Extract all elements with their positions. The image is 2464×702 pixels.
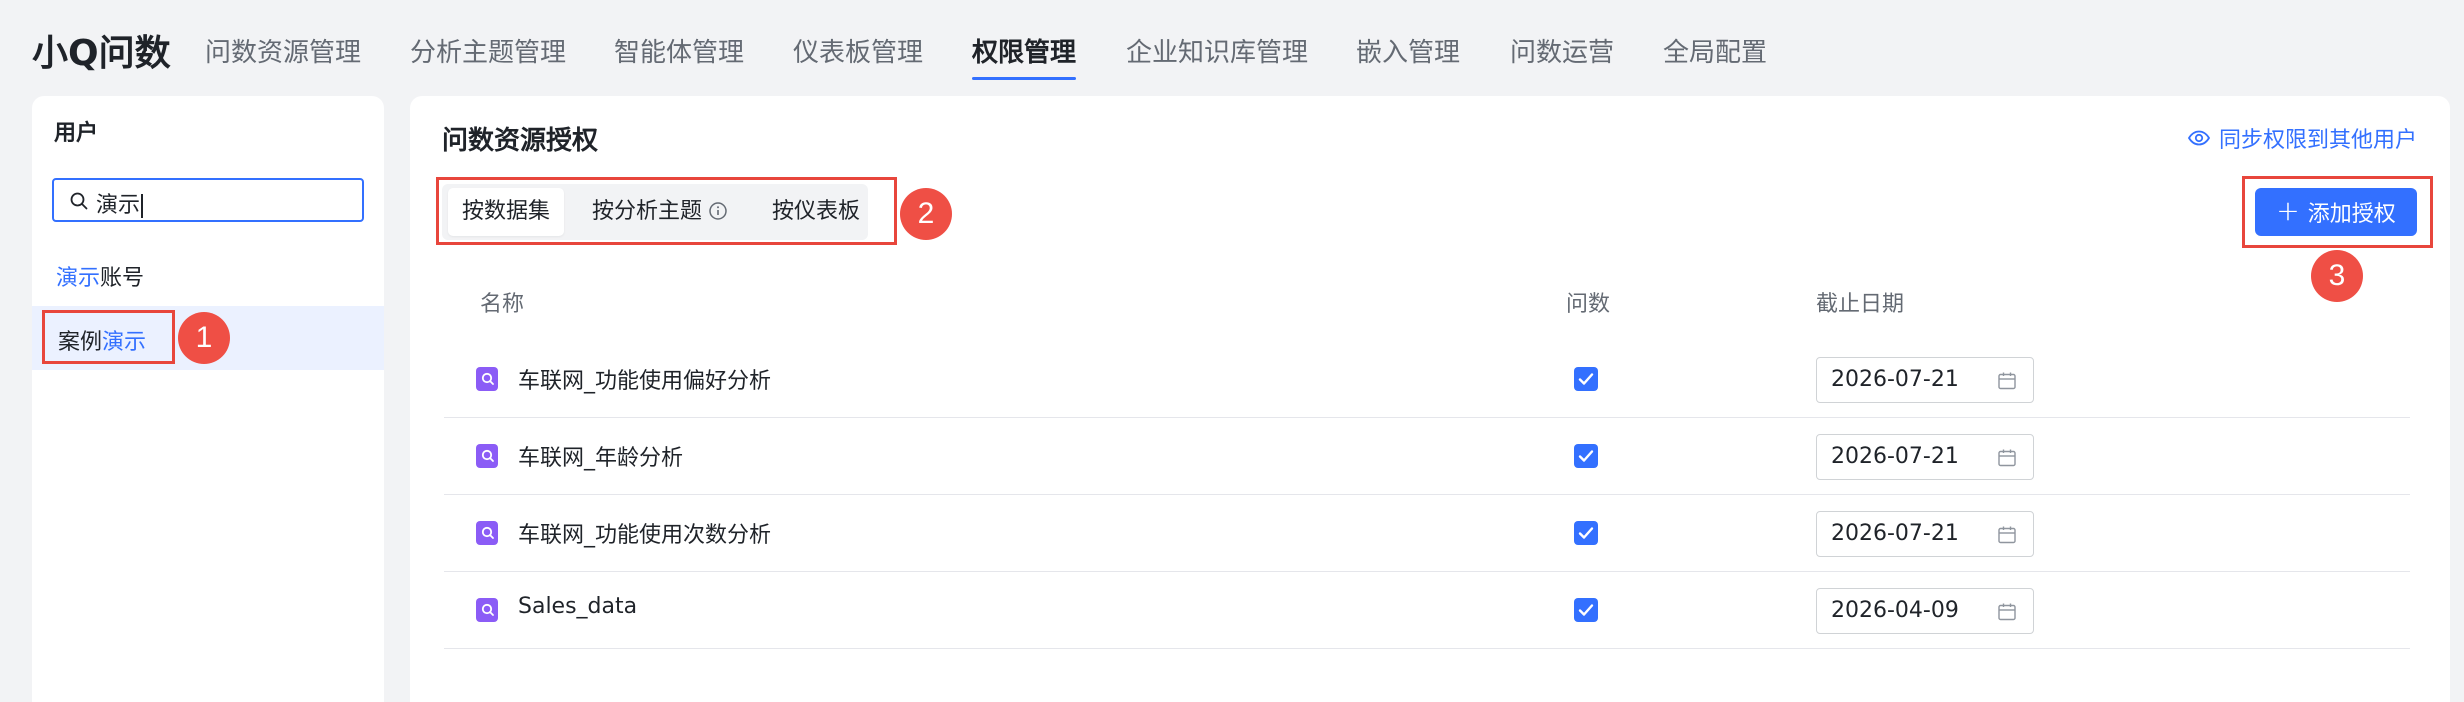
- deadline-date-picker[interactable]: 2026-07-21: [1816, 357, 2034, 403]
- nav-item-dashboard-management[interactable]: 仪表板管理: [793, 32, 923, 69]
- deadline-date: 2026-07-21: [1831, 367, 1959, 392]
- ask-checkbox[interactable]: [1574, 598, 1598, 622]
- nav-item-embed-management[interactable]: 嵌入管理: [1356, 32, 1460, 69]
- column-header-deadline: 截止日期: [1816, 292, 1905, 317]
- search-value: 演示: [96, 193, 141, 218]
- annotation-badge-1: 1: [178, 312, 230, 364]
- user-name-match: 演示: [56, 266, 101, 291]
- dataset-name: 车联网_功能使用次数分析: [518, 523, 772, 548]
- deadline-date: 2026-04-09: [1831, 598, 1959, 623]
- nav-item-permission-management[interactable]: 权限管理: [972, 32, 1077, 80]
- users-panel-title: 用户: [54, 121, 99, 146]
- sync-eye-icon: [2187, 130, 2211, 146]
- users-panel: 用户 演示 演示账号 案例演示: [32, 96, 384, 702]
- nav-item-operations[interactable]: 问数运营: [1510, 32, 1614, 69]
- nav-item-global-config[interactable]: 全局配置: [1663, 32, 1767, 69]
- nav-item-knowledge-base[interactable]: 企业知识库管理: [1126, 32, 1308, 69]
- check-icon: [1578, 527, 1594, 539]
- table-row: 车联网_年龄分析 2026-07-21: [444, 418, 2410, 495]
- calendar-icon: [1998, 603, 2016, 621]
- table-row: Sales_data 2026-04-09: [444, 572, 2410, 649]
- dataset-name: 车联网_年龄分析: [518, 446, 684, 471]
- dataset-icon: [476, 367, 498, 391]
- sync-link-label: 同步权限到其他用户: [2218, 128, 2417, 153]
- column-header-ask: 问数: [1566, 292, 1611, 317]
- sync-permissions-link[interactable]: 同步权限到其他用户: [2187, 122, 2417, 154]
- deadline-date-picker[interactable]: 2026-04-09: [1816, 588, 2034, 634]
- check-icon: [1578, 450, 1594, 462]
- ask-checkbox[interactable]: [1574, 521, 1598, 545]
- dataset-icon: [476, 444, 498, 468]
- user-search-input[interactable]: 演示: [52, 178, 364, 222]
- app-title: 小Q问数: [32, 33, 171, 74]
- ask-checkbox[interactable]: [1574, 367, 1598, 391]
- nav-item-topic-management[interactable]: 分析主题管理: [410, 32, 566, 69]
- text-caret: [141, 194, 144, 218]
- ask-checkbox[interactable]: [1574, 444, 1598, 468]
- calendar-icon: [1998, 372, 2016, 390]
- deadline-date-picker[interactable]: 2026-07-21: [1816, 511, 2034, 557]
- check-icon: [1578, 373, 1594, 385]
- top-nav: 小Q问数 问数资源管理 分析主题管理 智能体管理 仪表板管理 权限管理 企业知识…: [0, 0, 2464, 96]
- user-name-rest: 账号: [100, 266, 145, 291]
- annotation-box-2: [436, 177, 897, 245]
- nav-item-label: 权限管理: [972, 38, 1077, 68]
- deadline-date-picker[interactable]: 2026-07-21: [1816, 434, 2034, 480]
- nav-item-resource-management[interactable]: 问数资源管理: [205, 32, 361, 69]
- calendar-icon: [1998, 449, 2016, 467]
- deadline-date: 2026-07-21: [1831, 521, 1959, 546]
- table-row: 车联网_功能使用偏好分析 2026-07-21: [444, 341, 2410, 418]
- dataset-name: Sales_data: [518, 594, 638, 619]
- search-icon: [70, 192, 88, 210]
- annotation-box-1: [42, 310, 175, 364]
- table-row: 车联网_功能使用次数分析 2026-07-21: [444, 495, 2410, 572]
- annotation-badge-3: 3: [2311, 250, 2363, 302]
- dataset-icon: [476, 521, 498, 545]
- panel-title: 问数资源授权: [442, 126, 599, 156]
- nav-item-agent-management[interactable]: 智能体管理: [614, 32, 744, 69]
- annotation-box-3: [2242, 176, 2433, 248]
- column-header-name: 名称: [480, 292, 525, 317]
- dataset-icon: [476, 598, 498, 622]
- active-tab-indicator: [972, 77, 1077, 80]
- dataset-name: 车联网_功能使用偏好分析: [518, 369, 772, 394]
- user-list-item[interactable]: 演示账号: [32, 242, 384, 306]
- annotation-badge-2: 2: [900, 188, 952, 240]
- check-icon: [1578, 604, 1594, 616]
- deadline-date: 2026-07-21: [1831, 444, 1959, 469]
- calendar-icon: [1998, 526, 2016, 544]
